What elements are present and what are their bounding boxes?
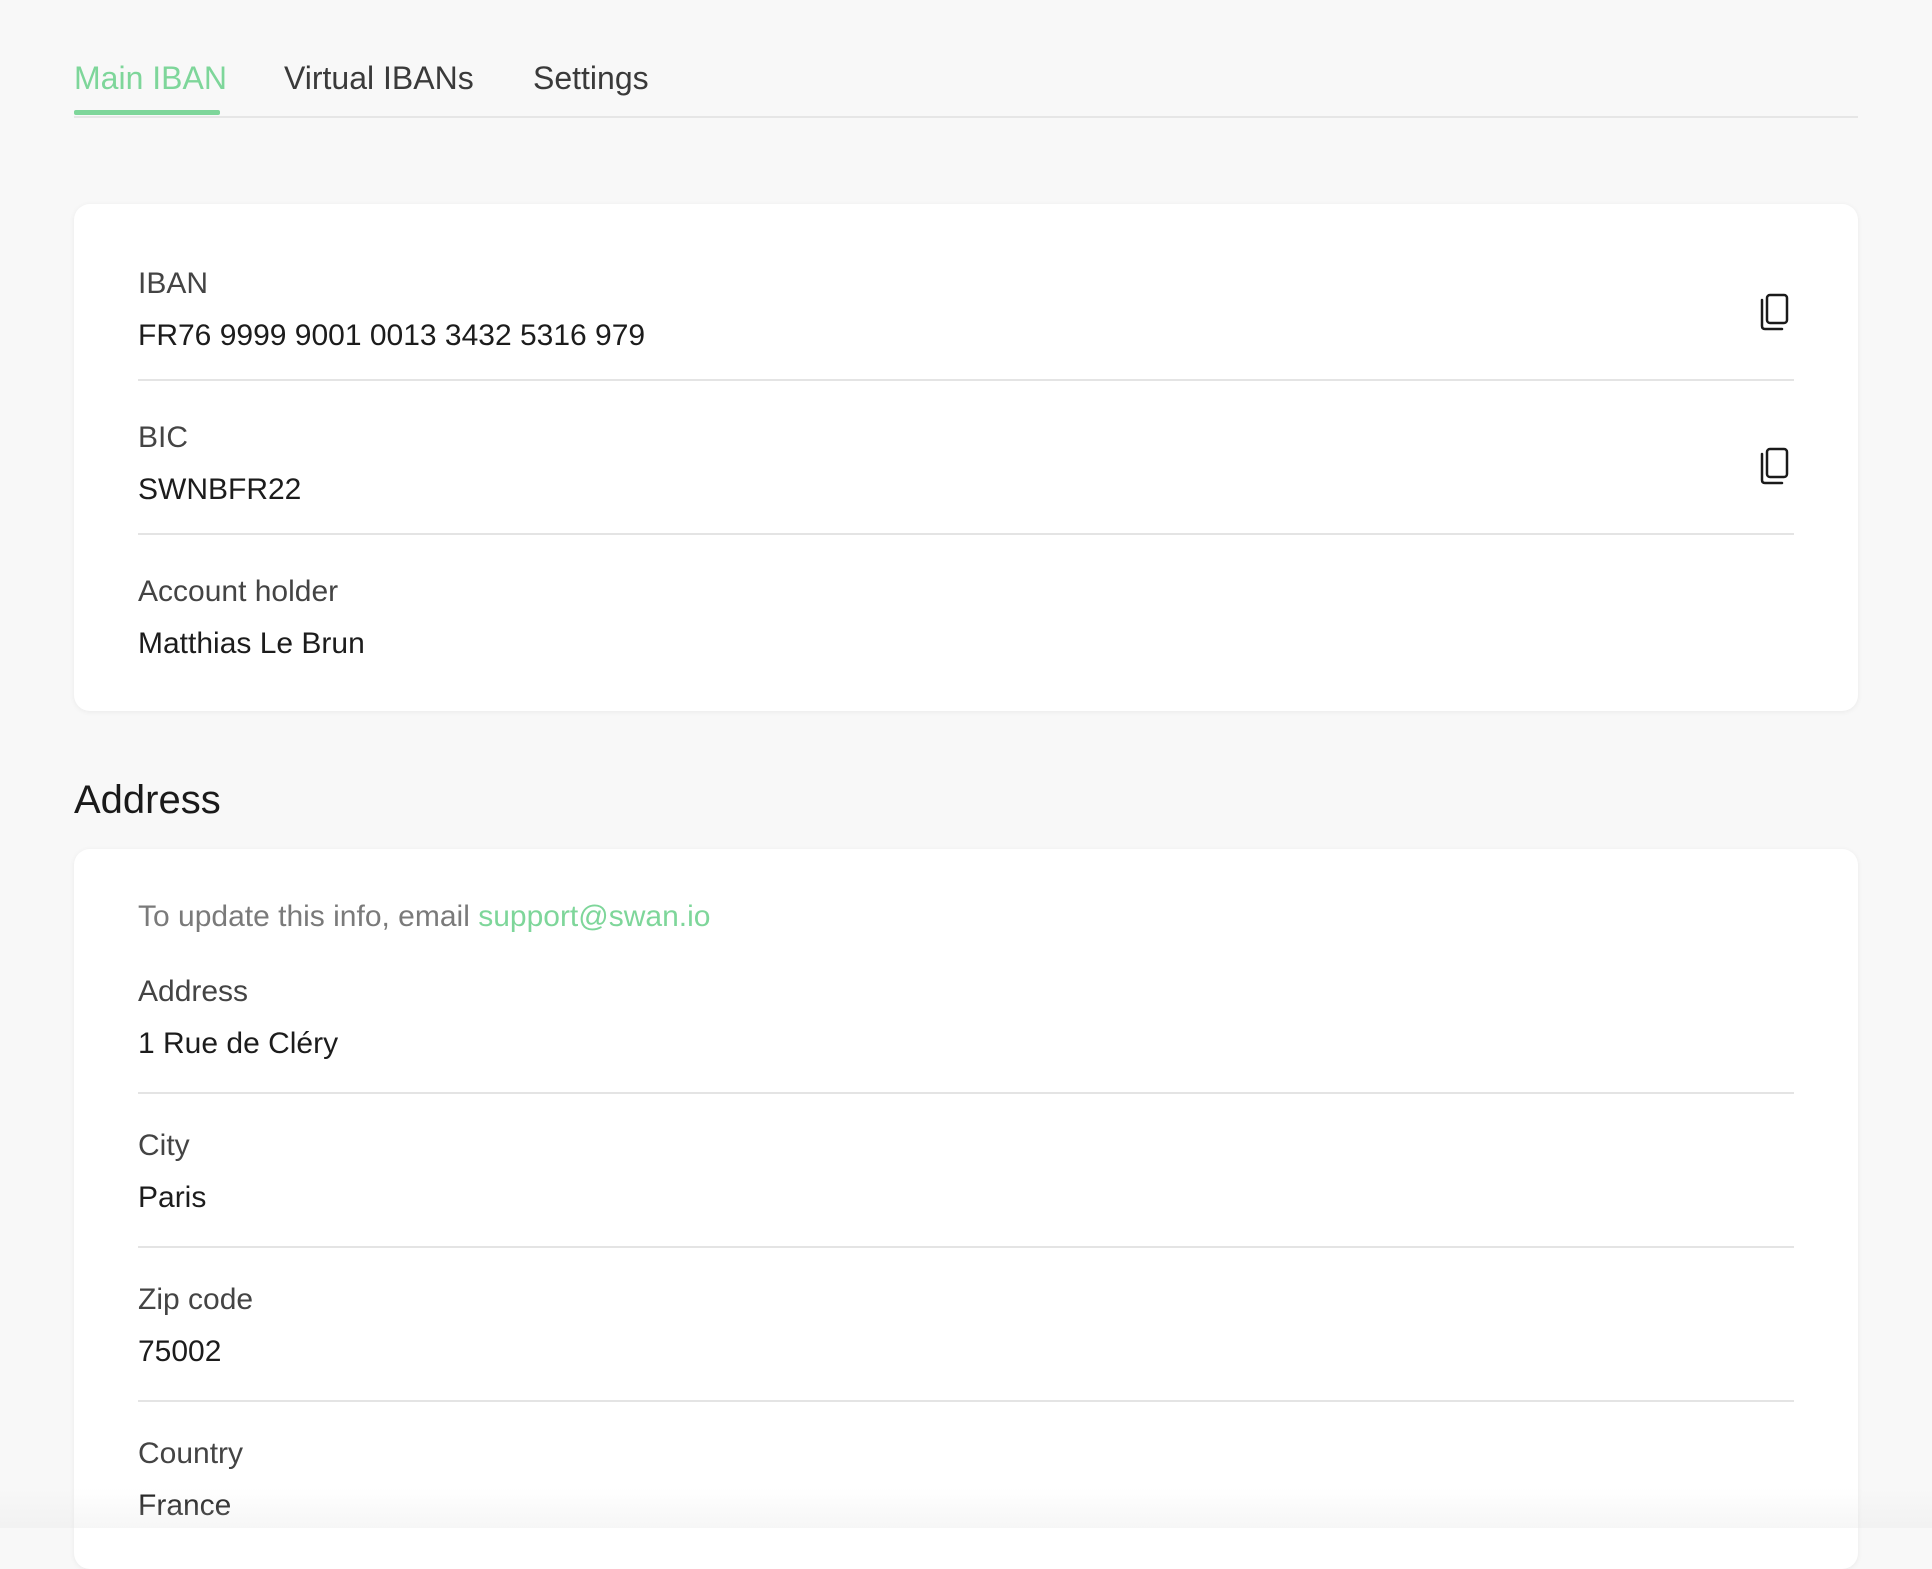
zip-code-field: Zip code 75002 [138, 1282, 1794, 1368]
divider [138, 1092, 1794, 1094]
city-value: Paris [138, 1181, 207, 1214]
zip-code-value: 75002 [138, 1335, 222, 1368]
iban-field: IBAN FR76 9999 9001 0013 3432 5316 979 [138, 266, 1794, 352]
tab-virtual-ibans[interactable]: Virtual IBANs [284, 58, 474, 98]
country-label: Country [138, 1437, 244, 1470]
city-label: City [138, 1129, 190, 1162]
copy-iban-button[interactable] [1756, 292, 1792, 332]
country-value: France [138, 1489, 232, 1522]
divider [138, 379, 1794, 381]
copy-icon [1760, 293, 1789, 331]
city-field: City Paris [138, 1128, 1794, 1214]
iban-label: IBAN [138, 267, 209, 300]
iban-value: FR76 9999 9001 0013 3432 5316 979 [138, 319, 646, 352]
support-email-link[interactable]: support@swan.io [478, 900, 710, 933]
account-holder-label: Account holder [138, 575, 339, 608]
tab-main-iban[interactable]: Main IBAN [74, 58, 227, 98]
tab-bar: Main IBAN Virtual IBANs Settings [74, 0, 1858, 118]
address-field: Address 1 Rue de Cléry [138, 974, 1794, 1060]
account-holder-value: Matthias Le Brun [138, 627, 365, 660]
divider [138, 533, 1794, 535]
bic-label: BIC [138, 421, 189, 454]
zip-code-label: Zip code [138, 1283, 254, 1316]
account-holder-field: Account holder Matthias Le Brun [138, 574, 1794, 660]
update-info-helper: To update this info, email support@swan.… [138, 899, 710, 935]
copy-bic-button[interactable] [1756, 446, 1792, 486]
divider [138, 1400, 1794, 1402]
address-card: To update this info, email support@swan.… [74, 849, 1858, 1569]
bic-value: SWNBFR22 [138, 473, 302, 506]
account-details-card: IBAN FR76 9999 9001 0013 3432 5316 979 B… [74, 204, 1858, 711]
helper-text: To update this info, email [138, 900, 479, 933]
copy-icon [1760, 447, 1789, 485]
bic-field: BIC SWNBFR22 [138, 420, 1794, 506]
address-section-title: Address [74, 778, 221, 822]
country-field: Country France [138, 1436, 1794, 1522]
address-value: 1 Rue de Cléry [138, 1027, 339, 1060]
address-label: Address [138, 975, 249, 1008]
divider [138, 1246, 1794, 1248]
active-tab-indicator [74, 110, 220, 115]
tab-settings[interactable]: Settings [533, 58, 649, 98]
